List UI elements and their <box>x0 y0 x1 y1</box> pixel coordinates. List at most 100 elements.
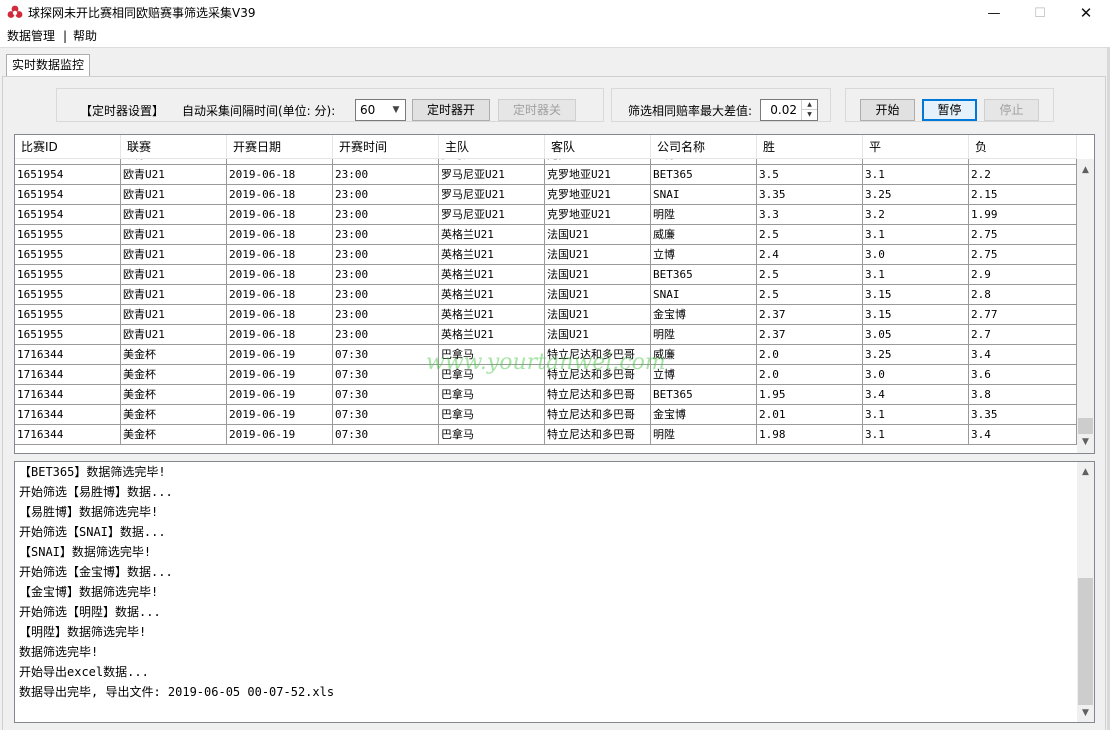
column-header[interactable]: 平 <box>863 135 969 159</box>
log-scrollbar[interactable]: ▲ ▼ <box>1077 462 1094 722</box>
table-cell: 3.4 <box>863 385 969 404</box>
table-cell: 2019-06-18 <box>227 325 333 344</box>
table-rows: 1651954 欧青U21 2019-06-18 23:00 罗马尼亚U21 克罗地亚U2… <box>15 159 1077 445</box>
table-cell: 3.1 <box>863 425 969 444</box>
table-row[interactable]: 1716344 美金杯 2019-06-19 07:30 巴拿马 特立尼达和多巴哥 威廉 2.… <box>15 345 1077 365</box>
table-row[interactable]: 1651954欧青U212019-06-1823:00罗马尼亚U21克罗地亚U2… <box>15 165 1077 185</box>
table-cell: 3.0 <box>863 245 969 264</box>
table-cell: 3.6 <box>969 365 1077 384</box>
maximize-button[interactable]: ☐ <box>1017 0 1063 27</box>
table-row[interactable]: 1651954欧青U212019-06-1823:00罗马尼亚U21克罗地亚U2… <box>15 205 1077 225</box>
close-button[interactable]: ✕ <box>1063 0 1109 27</box>
table-scroll-thumb[interactable] <box>1078 418 1093 434</box>
table-cell: 2.5 <box>757 225 863 244</box>
table-cell: 法国U21 <box>545 225 651 244</box>
table-cell: 2.37 <box>757 305 863 324</box>
column-header[interactable]: 客队 <box>545 135 651 159</box>
log-scroll-thumb[interactable] <box>1078 578 1093 705</box>
table-cell: 23:00 <box>333 245 439 264</box>
table-cell: 法国U21 <box>545 305 651 324</box>
table-cell: 1.99 <box>969 205 1077 224</box>
table-row[interactable]: 1651954欧青U212019-06-1823:00罗马尼亚U21克罗地亚U2… <box>15 185 1077 205</box>
table-cell: 2019-06-18 <box>227 245 333 264</box>
column-header[interactable]: 负 <box>969 135 1077 159</box>
timer-stop-button[interactable]: 定时器关 <box>498 99 576 121</box>
table-cell: 07:30 <box>333 385 439 404</box>
table-row[interactable]: 1651955 欧青U21 2019-06-18 23:00 英格兰U21 法国U21 金宝… <box>15 305 1077 325</box>
spin-up-icon[interactable]: ▲ <box>802 100 817 110</box>
tab-realtime-monitor[interactable]: 实时数据监控 <box>6 54 90 77</box>
column-header[interactable]: 比赛ID <box>15 135 121 159</box>
table-cell: 2019-06-18 <box>227 165 333 184</box>
table-row[interactable]: 1651955 欧青U21 2019-06-18 23:00 英格兰U21 法国U21 立博… <box>15 245 1077 265</box>
table-cell: 罗马尼亚U21 <box>439 205 545 224</box>
table-cell: 特立尼达和多巴哥 <box>545 405 651 424</box>
table-row[interactable]: 1716344 美金杯 2019-06-19 07:30 巴拿马 特立尼达和多巴哥 BET3… <box>15 385 1077 405</box>
menu-help[interactable]: 帮助 <box>73 28 97 45</box>
scroll-down-icon[interactable]: ▼ <box>1077 434 1094 451</box>
start-button[interactable]: 开始 <box>860 99 915 121</box>
menu-data-management[interactable]: 数据管理 <box>7 28 55 45</box>
table-row[interactable]: 1716344 美金杯 2019-06-19 07:30 巴拿马 特立尼达和多巴哥 立博 2.… <box>15 365 1077 385</box>
table-cell: 2019-06-18 <box>227 225 333 244</box>
table-cell: 23:00 <box>333 325 439 344</box>
table-cell: 金宝博 <box>651 405 757 424</box>
minimize-button[interactable]: — <box>971 0 1017 27</box>
table-cell: 1651954 <box>15 205 121 224</box>
timer-group-title: 【定时器设置】 <box>80 104 165 118</box>
table-row[interactable]: 1651955 欧青U21 2019-06-18 23:00 英格兰U21 法国U21 威廉… <box>15 225 1077 245</box>
table-cell: 英格兰U21 <box>439 225 545 244</box>
timer-start-button[interactable]: 定时器开 <box>412 99 490 121</box>
table-cell: 3.0 <box>863 159 969 164</box>
scroll-up-icon[interactable]: ▲ <box>1077 162 1094 179</box>
table-cell: BET365 <box>651 165 757 184</box>
column-header[interactable]: 开赛日期 <box>227 135 333 159</box>
table-cell: 3.35 <box>969 405 1077 424</box>
stop-button[interactable]: 停止 <box>984 99 1039 121</box>
pause-button[interactable]: 暂停 <box>922 99 977 121</box>
table-cell: 罗马尼亚U21 <box>439 185 545 204</box>
table-row[interactable]: 1651955 欧青U21 2019-06-18 23:00 英格兰U21 法国U21 明陞… <box>15 325 1077 345</box>
table-cell: 2.1 <box>969 159 1077 164</box>
scroll-up-icon[interactable]: ▲ <box>1077 464 1094 481</box>
table-row[interactable]: 1716344 美金杯 2019-06-19 07:30 巴拿马 特立尼达和多巴哥 明陞 1.… <box>15 425 1077 445</box>
table-cell: 3.4 <box>969 345 1077 364</box>
column-header[interactable]: 开赛时间 <box>333 135 439 159</box>
table-cell: 明陞 <box>651 205 757 224</box>
log-output[interactable]: 【BET365】数据筛选完毕! 开始筛选【易胜博】数据... 【易胜博】数据筛选完毕… <box>14 461 1095 723</box>
interval-select[interactable]: 60 ▼ <box>355 99 406 121</box>
column-header[interactable]: 公司名称 <box>651 135 757 159</box>
log-line: 【明陞】数据筛选完毕! <box>19 625 147 639</box>
table-cell: 立博 <box>651 159 757 164</box>
table-cell: 欧青U21 <box>121 225 227 244</box>
odds-table[interactable]: 比赛ID 联赛 开赛日期 开赛时间 主队 客队 公司名称胜平负 1651954 欧青U21 20… <box>14 134 1095 454</box>
table-cell: 美金杯 <box>121 405 227 424</box>
table-cell: 3.4 <box>969 425 1077 444</box>
column-header[interactable]: 胜 <box>757 135 863 159</box>
table-cell: 23:00 <box>333 205 439 224</box>
log-line: 开始筛选【明陞】数据... <box>19 605 161 619</box>
table-cell: 07:30 <box>333 405 439 424</box>
table-cell: 英格兰U21 <box>439 245 545 264</box>
table-scrollbar[interactable]: ▲ ▼ <box>1077 159 1094 453</box>
table-cell: 3.15 <box>863 305 969 324</box>
table-cell: 美金杯 <box>121 345 227 364</box>
table-cell: 特立尼达和多巴哥 <box>545 365 651 384</box>
chevron-down-icon: ▼ <box>392 105 400 115</box>
column-header[interactable]: 主队 <box>439 135 545 159</box>
table-cell: 克罗地亚U21 <box>545 205 651 224</box>
table-row[interactable]: 1651955 欧青U21 2019-06-18 23:00 英格兰U21 法国U21 SN… <box>15 285 1077 305</box>
log-line: 开始筛选【易胜博】数据... <box>19 485 173 499</box>
table-cell: 2.2 <box>969 165 1077 184</box>
table-row[interactable]: 1716344 美金杯 2019-06-19 07:30 巴拿马 特立尼达和多巴哥 金宝博 2… <box>15 405 1077 425</box>
table-cell: 23:00 <box>333 265 439 284</box>
scroll-down-icon[interactable]: ▼ <box>1077 705 1094 722</box>
table-cell: 美金杯 <box>121 425 227 444</box>
table-cell: 1651955 <box>15 285 121 304</box>
column-header[interactable]: 联赛 <box>121 135 227 159</box>
table-cell: 1651954 <box>15 165 121 184</box>
spin-down-icon[interactable]: ▼ <box>802 110 817 120</box>
table-cell: 罗马尼亚U21 <box>439 159 545 164</box>
max-diff-stepper[interactable]: 0.02 ▲ ▼ <box>760 99 818 121</box>
table-row[interactable]: 1651955 欧青U21 2019-06-18 23:00 英格兰U21 法国U21 BE… <box>15 265 1077 285</box>
